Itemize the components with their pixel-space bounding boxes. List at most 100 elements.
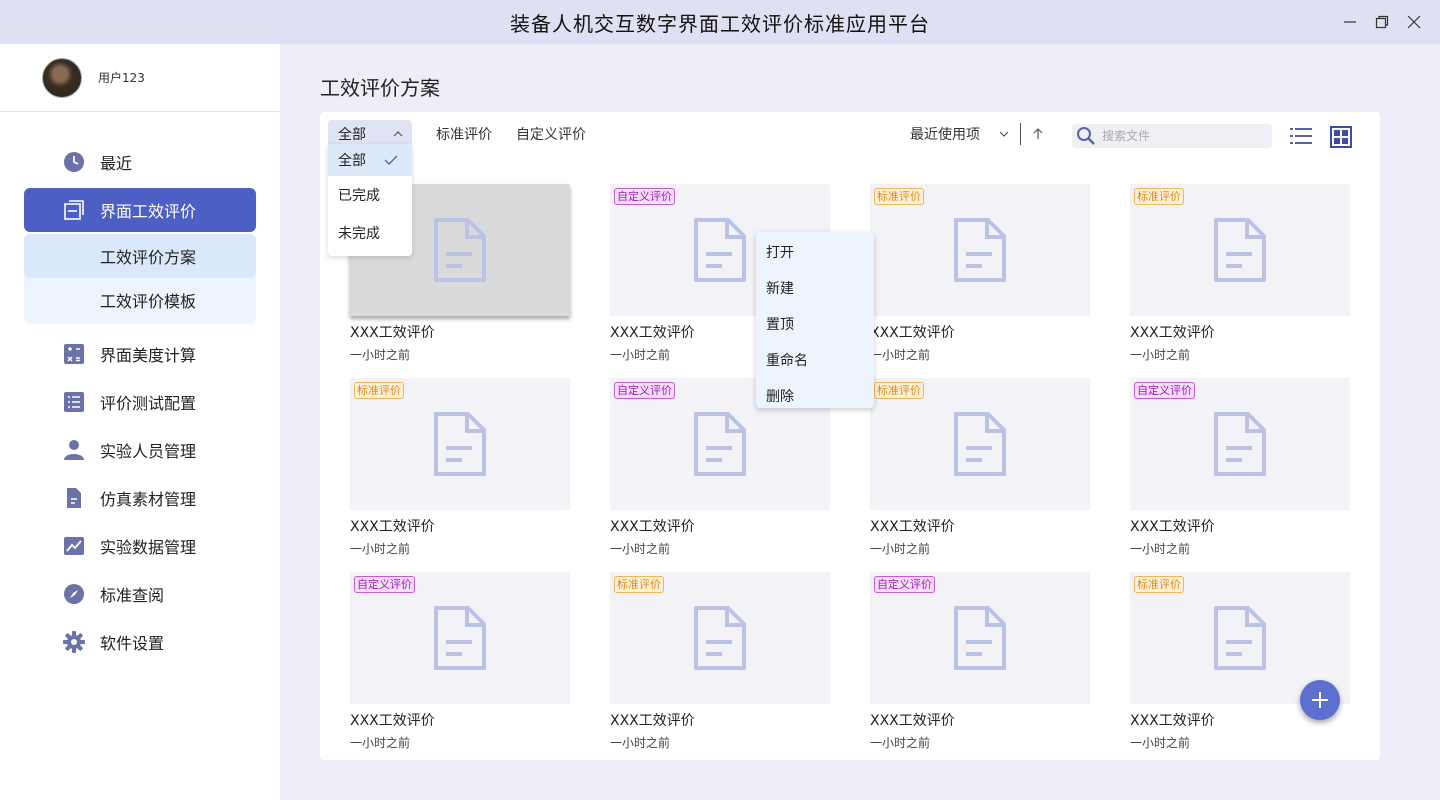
grid-view-icon bbox=[1330, 126, 1352, 148]
card-name: XXX工效评价 bbox=[350, 519, 435, 535]
card-thumbnail[interactable]: 标准评价 bbox=[610, 572, 830, 704]
divider bbox=[1020, 123, 1021, 145]
search-input[interactable] bbox=[1102, 129, 1262, 143]
list-view-button[interactable] bbox=[1290, 126, 1312, 150]
restore-button[interactable] bbox=[1366, 6, 1398, 38]
document-icon bbox=[694, 218, 746, 282]
card-thumbnail[interactable]: 自定义评价 bbox=[350, 572, 570, 704]
menu-item-pin[interactable]: 置顶 bbox=[756, 306, 874, 342]
menu-item-rename[interactable]: 重命名 bbox=[756, 342, 874, 378]
search-icon bbox=[1077, 127, 1095, 145]
type-badge: 自定义评价 bbox=[614, 188, 675, 205]
card-thumbnail[interactable]: 标准评价 bbox=[350, 378, 570, 510]
card-thumbnail[interactable]: 标准评价 bbox=[870, 184, 1090, 316]
document-icon bbox=[434, 412, 486, 476]
card-time: 一小时之前 bbox=[1130, 542, 1191, 556]
evaluation-card[interactable]: 标准评价 XXX工效评价 一小时之前 bbox=[1130, 572, 1350, 751]
filter-option-completed[interactable]: 已完成 bbox=[328, 176, 412, 214]
username: 用户123 bbox=[98, 71, 145, 85]
card-thumbnail[interactable]: 自定义评价 bbox=[1130, 378, 1350, 510]
card-time: 一小时之前 bbox=[870, 736, 931, 750]
sort-order-button[interactable] bbox=[1031, 127, 1045, 141]
chart-icon bbox=[62, 534, 86, 558]
avatar[interactable] bbox=[42, 57, 82, 98]
card-time: 一小时之前 bbox=[1130, 348, 1191, 362]
add-button[interactable] bbox=[1300, 680, 1340, 720]
person-icon bbox=[62, 438, 86, 462]
sidebar-item-label: 标准查阅 bbox=[100, 586, 165, 605]
minimize-button[interactable] bbox=[1334, 6, 1366, 38]
filter-option-incomplete[interactable]: 未完成 bbox=[328, 214, 412, 252]
menu-item-new[interactable]: 新建 bbox=[756, 270, 874, 306]
filter-dropdown: 全部 已完成 未完成 bbox=[328, 144, 412, 256]
filter-option-all[interactable]: 全部 bbox=[328, 144, 412, 176]
sidebar-item-standards[interactable]: 标准查阅 bbox=[24, 572, 256, 616]
chevron-up-icon bbox=[393, 131, 403, 137]
evaluation-card[interactable]: 标准评价 XXX工效评价 一小时之前 bbox=[1130, 184, 1350, 363]
document-icon bbox=[434, 606, 486, 670]
sidebar-item-test-config[interactable]: 评价测试配置 bbox=[24, 380, 256, 424]
document-icon bbox=[62, 486, 86, 510]
sidebar-item-recent[interactable]: 最近 bbox=[24, 140, 256, 184]
close-icon bbox=[1407, 15, 1421, 29]
evaluation-card[interactable]: 自定义评价 XXX工效评价 一小时之前 bbox=[870, 572, 1090, 751]
document-icon bbox=[434, 218, 486, 282]
card-thumbnail[interactable]: 标准评价 bbox=[1130, 184, 1350, 316]
close-button[interactable] bbox=[1398, 6, 1430, 38]
sidebar-subitem-scheme[interactable]: 工效评价方案 bbox=[24, 234, 256, 278]
type-badge: 标准评价 bbox=[1134, 576, 1184, 593]
document-icon bbox=[954, 606, 1006, 670]
user-profile[interactable]: 用户123 bbox=[0, 44, 280, 112]
card-name: XXX工效评价 bbox=[1130, 325, 1215, 341]
sidebar-item-label: 评价测试配置 bbox=[100, 394, 197, 413]
evaluation-card[interactable]: 自定义评价 XXX工效评价 一小时之前 bbox=[350, 572, 570, 751]
card-name: XXX工效评价 bbox=[610, 519, 695, 535]
sidebar-item-label: 仿真素材管理 bbox=[100, 490, 197, 509]
sidebar-item-interface-evaluation[interactable]: 界面工效评价 bbox=[24, 188, 256, 232]
sidebar-item-aesthetics[interactable]: 界面美度计算 bbox=[24, 332, 256, 376]
minimize-icon bbox=[1344, 21, 1356, 23]
evaluation-card[interactable]: 标准评价 XXX工效评价 一小时之前 bbox=[870, 184, 1090, 363]
evaluation-card[interactable]: 标准评价 XXX工效评价 一小时之前 bbox=[610, 572, 830, 751]
type-badge: 标准评价 bbox=[614, 576, 664, 593]
card-time: 一小时之前 bbox=[870, 542, 931, 556]
arrow-up-icon bbox=[1033, 128, 1043, 139]
evaluation-card[interactable]: 自定义评价 XXX工效评价 一小时之前 bbox=[1130, 378, 1350, 557]
card-time: 一小时之前 bbox=[1130, 736, 1191, 750]
sidebar-item-label: 实验人员管理 bbox=[100, 442, 197, 461]
card-thumbnail[interactable]: 自定义评价 bbox=[870, 572, 1090, 704]
type-badge: 标准评价 bbox=[354, 382, 404, 399]
page-title: 工效评价方案 bbox=[320, 76, 440, 100]
calculator-icon bbox=[62, 342, 86, 366]
sort-select[interactable]: 最近使用项 bbox=[910, 124, 1010, 144]
document-icon bbox=[1214, 218, 1266, 282]
grid-view-button[interactable] bbox=[1330, 126, 1352, 152]
sidebar-item-label: 界面工效评价 bbox=[100, 202, 197, 221]
submenu: 工效评价方案 工效评价模板 bbox=[24, 234, 256, 324]
card-name: XXX工效评价 bbox=[350, 325, 435, 341]
check-icon bbox=[384, 155, 398, 165]
card-name: XXX工效评价 bbox=[350, 713, 435, 729]
evaluation-card[interactable]: 标准评价 XXX工效评价 一小时之前 bbox=[350, 378, 570, 557]
tab-standard-evaluation[interactable]: 标准评价 bbox=[436, 124, 492, 144]
evaluation-card[interactable]: 标准评价 XXX工效评价 一小时之前 bbox=[870, 378, 1090, 557]
chevron-down-icon bbox=[999, 131, 1009, 137]
card-time: 一小时之前 bbox=[870, 348, 931, 362]
menu-item-open[interactable]: 打开 bbox=[756, 234, 874, 270]
sidebar-item-personnel[interactable]: 实验人员管理 bbox=[24, 428, 256, 472]
sidebar-subitem-template[interactable]: 工效评价模板 bbox=[24, 278, 256, 322]
document-icon bbox=[1214, 606, 1266, 670]
sidebar-item-data[interactable]: 实验数据管理 bbox=[24, 524, 256, 568]
menu-item-delete[interactable]: 删除 bbox=[756, 378, 874, 414]
document-icon bbox=[954, 412, 1006, 476]
option-label: 全部 bbox=[338, 153, 366, 169]
sidebar-item-settings[interactable]: 软件设置 bbox=[24, 620, 256, 664]
card-thumbnail[interactable]: 标准评价 bbox=[870, 378, 1090, 510]
sidebar: 用户123 最近 界面工效评价 工效评价方案 工效评价模板 界面美度计算 评价测… bbox=[0, 44, 280, 800]
type-badge: 自定义评价 bbox=[614, 382, 675, 399]
document-icon bbox=[694, 412, 746, 476]
sidebar-item-materials[interactable]: 仿真素材管理 bbox=[24, 476, 256, 520]
card-name: XXX工效评价 bbox=[870, 713, 955, 729]
tab-custom-evaluation[interactable]: 自定义评价 bbox=[516, 124, 586, 144]
card-time: 一小时之前 bbox=[610, 736, 671, 750]
